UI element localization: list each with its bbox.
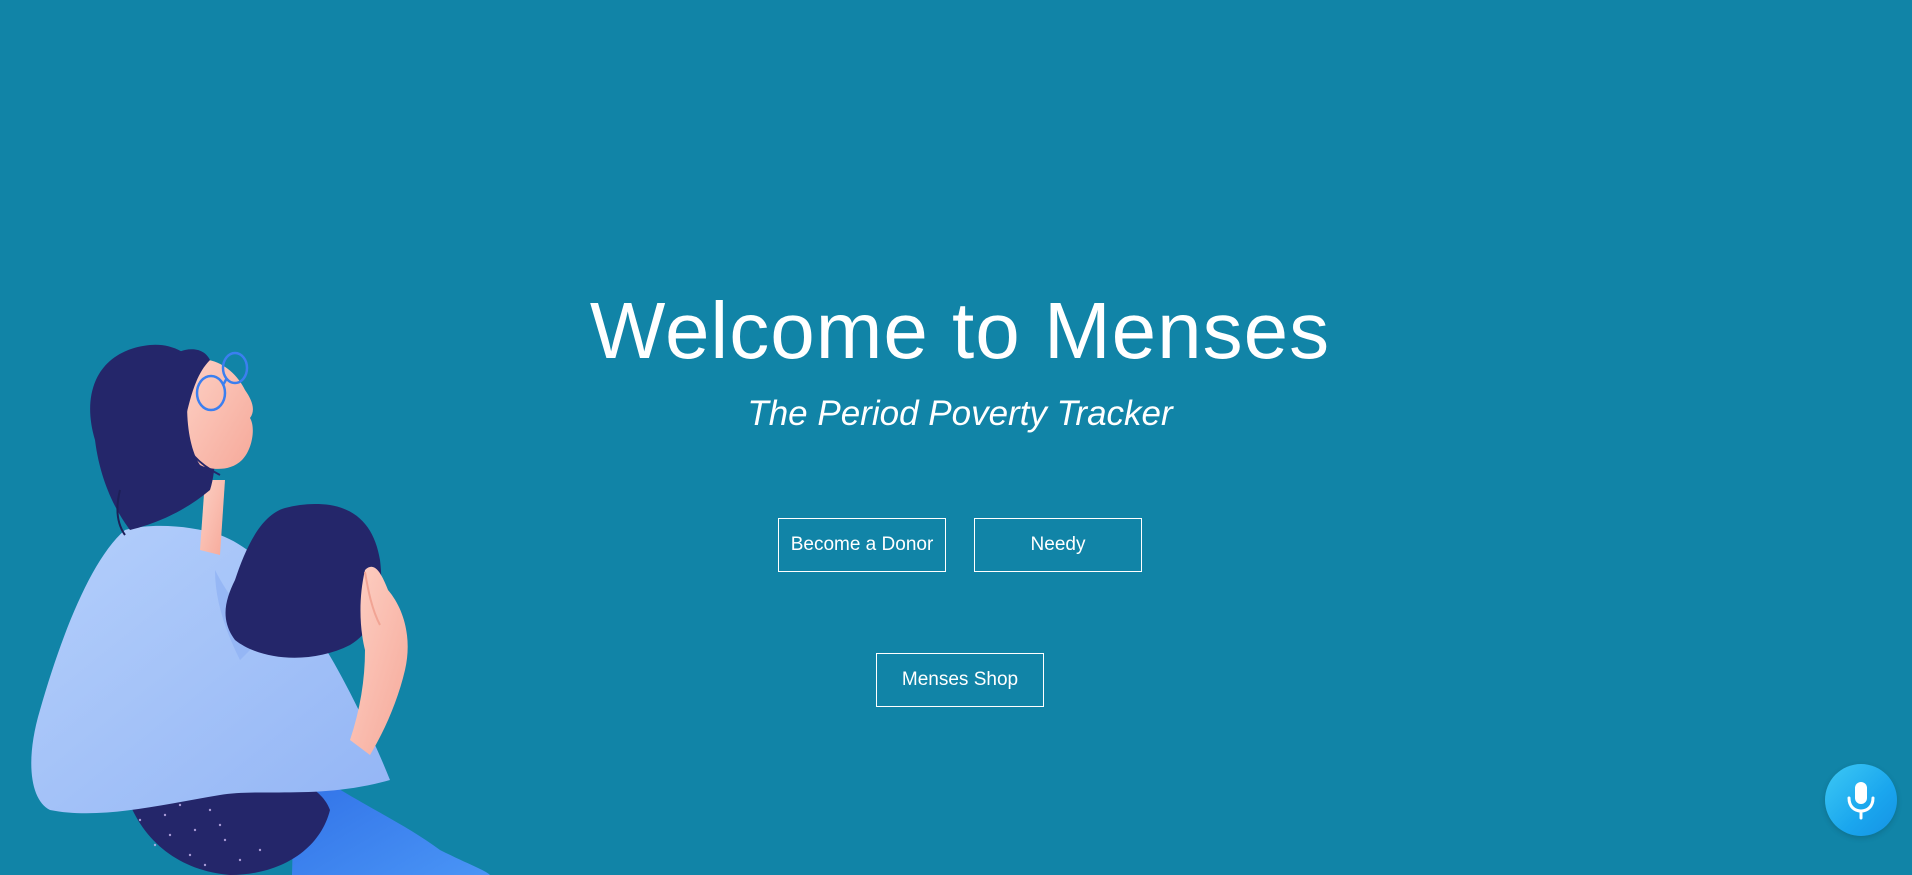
menses-shop-button[interactable]: Menses Shop [876, 653, 1044, 707]
page-title: Welcome to Menses [589, 286, 1331, 375]
needy-button[interactable]: Needy [974, 518, 1142, 572]
voice-assistant-button[interactable] [1825, 764, 1897, 836]
knee-hair-shape [225, 504, 382, 658]
hero-section: Welcome to Menses The Period Poverty Tra… [0, 0, 1912, 875]
microphone-icon [1847, 782, 1875, 820]
page-subtitle: The Period Poverty Tracker [747, 394, 1173, 433]
become-donor-button[interactable]: Become a Donor [778, 518, 946, 572]
